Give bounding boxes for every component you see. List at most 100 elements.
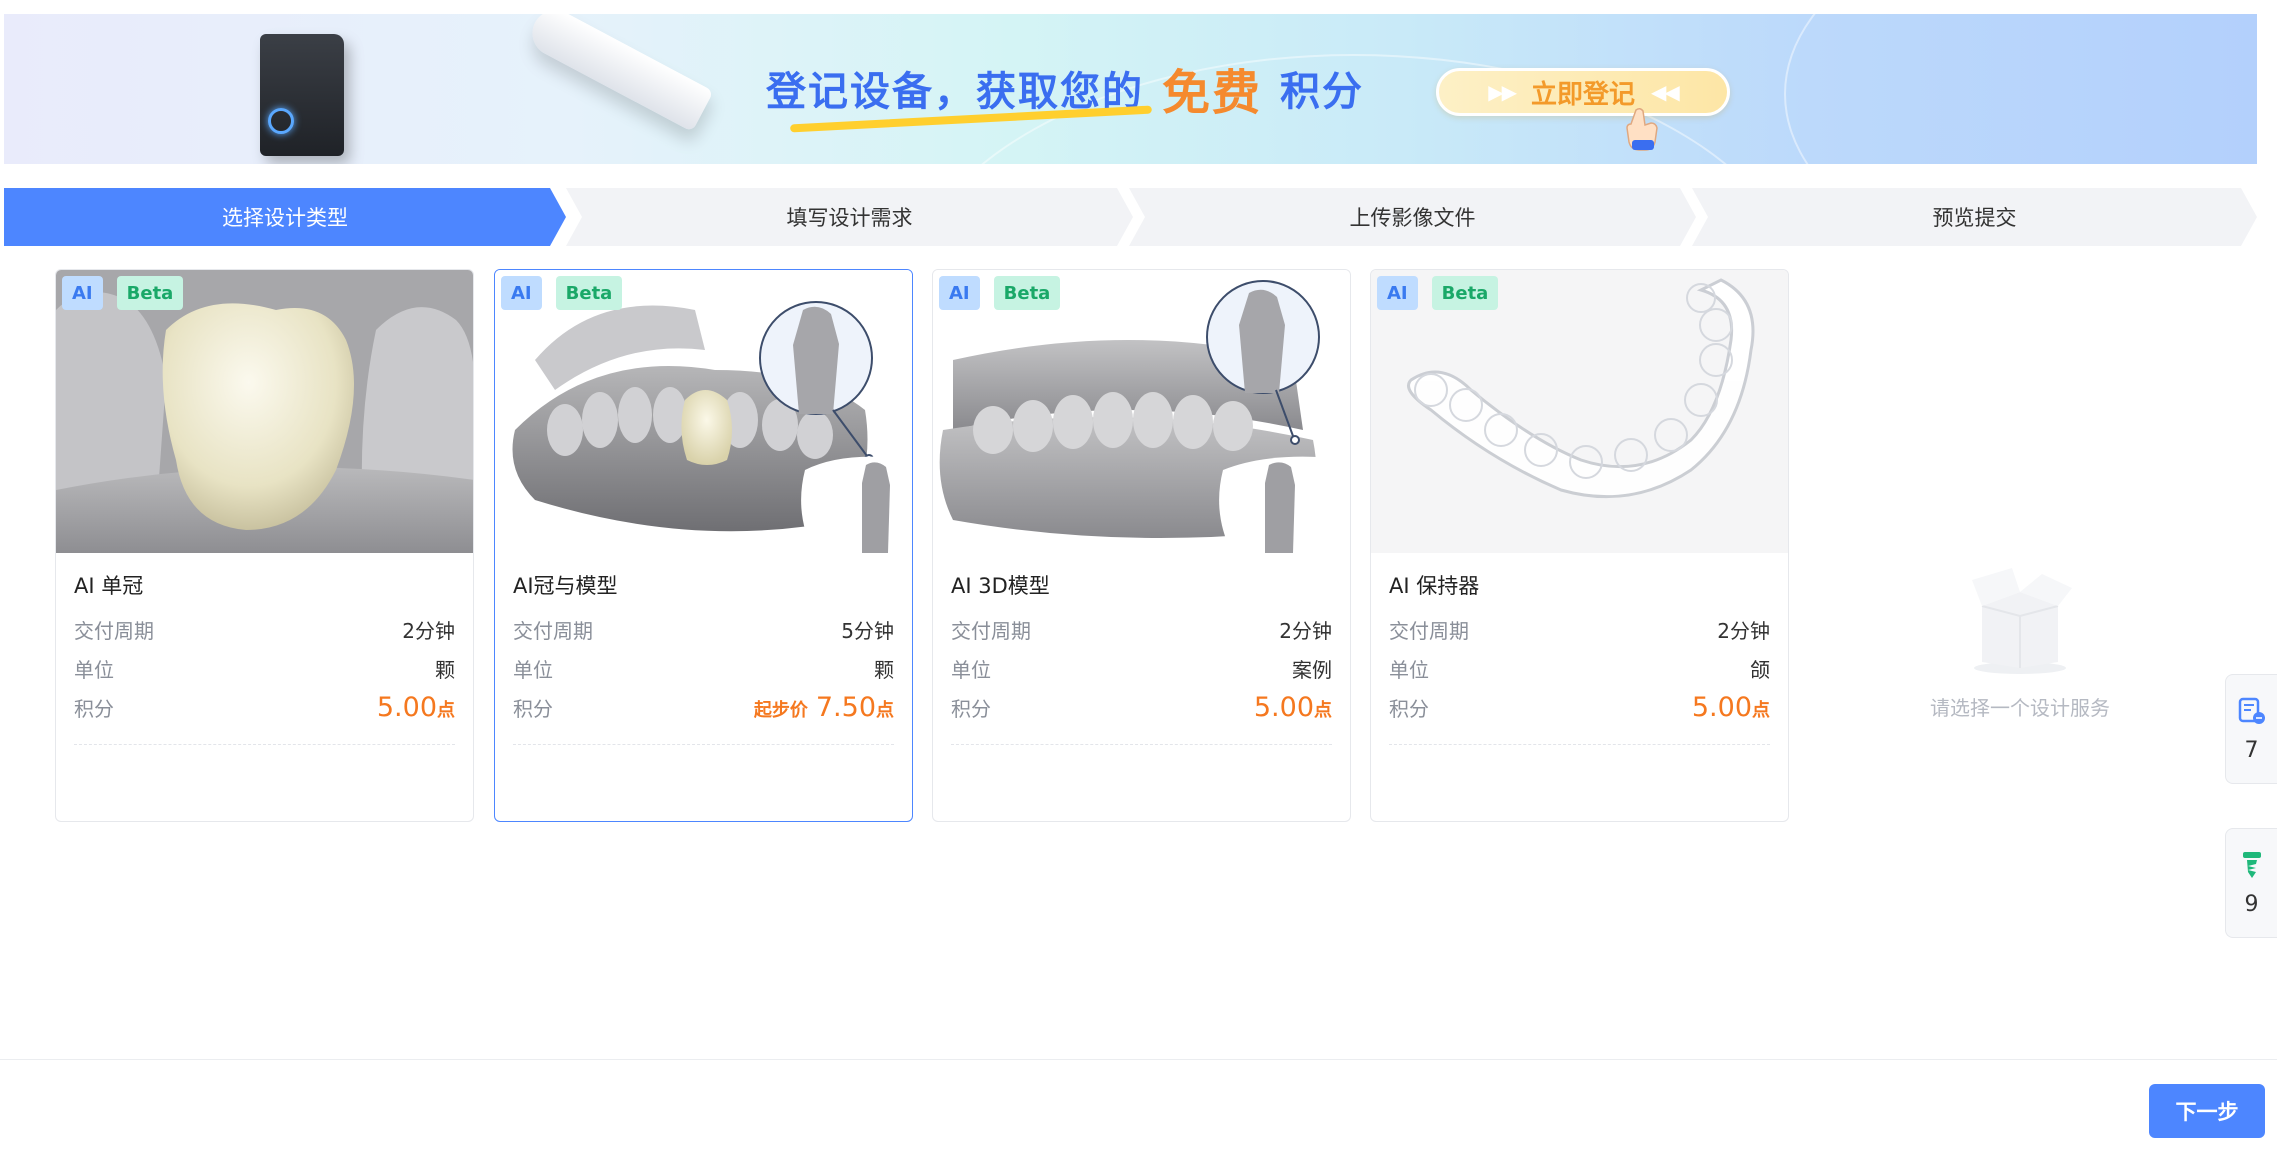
- empty-state: 请选择一个设计服务: [1920, 556, 2120, 721]
- step-select-design-type[interactable]: 选择设计类型: [4, 188, 566, 246]
- unit-label: 单位: [951, 658, 991, 682]
- unit-label: 单位: [1389, 658, 1429, 682]
- unit-row: 单位 颌: [1389, 654, 1770, 683]
- points-label: 积分: [1389, 697, 1429, 721]
- register-now-label: 立即登记: [1530, 79, 1635, 110]
- unit-value: 案例: [1292, 658, 1332, 682]
- points-row: 积分 5.00点: [951, 692, 1332, 723]
- ai-tag: AI: [939, 276, 980, 310]
- banner-title-text: 登记设备，获取您的: [766, 59, 1144, 117]
- beta-tag: Beta: [1431, 276, 1499, 310]
- beta-tag: Beta: [555, 276, 623, 310]
- points-label: 积分: [951, 697, 991, 721]
- points-label: 积分: [513, 697, 553, 721]
- unit-label: 单位: [513, 658, 553, 682]
- card-divider: [951, 744, 1332, 745]
- register-now-button[interactable]: ▶▶ 立即登记 ◀◀: [1436, 68, 1730, 116]
- price-value: 5.00: [376, 692, 437, 723]
- card-tags: AI Beta: [501, 276, 623, 310]
- unit-value: 颌: [1750, 658, 1770, 682]
- card-divider: [74, 744, 455, 745]
- implant-screw-icon: [2242, 851, 2261, 878]
- banner-free-text: 免费: [1162, 65, 1263, 121]
- price-unit: 点: [1314, 700, 1332, 721]
- card-tags: AI Beta: [939, 276, 1061, 310]
- step-upload-image-files[interactable]: 上传影像文件: [1129, 188, 1696, 246]
- points-row: 积分 5.00点: [1389, 692, 1770, 723]
- points-row: 积分 起步价 7.50点: [513, 692, 894, 723]
- card-tags: AI Beta: [1377, 276, 1499, 310]
- card-divider: [1389, 744, 1770, 745]
- card-divider: [513, 744, 894, 745]
- unit-label: 单位: [74, 658, 114, 682]
- scanner-station-image: [260, 34, 344, 156]
- card-tags: AI Beta: [62, 276, 184, 310]
- price-unit: 点: [437, 700, 455, 721]
- single-crown-image: [56, 270, 473, 553]
- delivery-period-row: 交付周期 2分钟: [74, 615, 455, 644]
- next-step-label: 下一步: [2175, 1100, 2239, 1124]
- delivery-period-label: 交付周期: [951, 619, 1031, 643]
- progress-stepper: 选择设计类型 填写设计需求 上传影像文件 预览提交: [4, 188, 2257, 246]
- card-title: AI 保持器: [1389, 574, 1480, 598]
- double-arrow-left-icon: ◀◀: [1651, 80, 1680, 104]
- banner-decoration: [1784, 14, 2257, 164]
- delivery-period-value: 2分钟: [402, 619, 455, 643]
- pointer-hand-icon: [1626, 107, 1658, 151]
- design-card-single-crown[interactable]: AI Beta AI 单冠 交付周期 2分钟 单位 颗 积分 5.00点: [55, 269, 474, 822]
- price-unit: 点: [876, 700, 894, 721]
- ai-tag: AI: [501, 276, 542, 310]
- banner-title: 登记设备，获取您的 免费 积分: [766, 58, 1365, 121]
- unit-value: 颗: [435, 658, 455, 682]
- design-card-3d-model[interactable]: AI Beta AI 3D模型 交付周期 2分钟 单位 案例 积分 5.00点: [932, 269, 1351, 822]
- design-card-crown-and-model[interactable]: AI Beta AI冠与模型 交付周期 5分钟 单位 颗 积分 起步价 7.50点: [494, 269, 913, 822]
- device-count: 7: [2244, 737, 2259, 763]
- card-title: AI 单冠: [74, 574, 144, 598]
- crown-and-model-image: [495, 270, 912, 553]
- points-row: 积分 5.00点: [74, 692, 455, 723]
- delivery-period-row: 交付周期 2分钟: [951, 615, 1332, 644]
- delivery-period-row: 交付周期 5分钟: [513, 615, 894, 644]
- intraoral-scanner-image: [524, 14, 714, 132]
- price-value: 5.00: [1253, 692, 1314, 723]
- empty-state-text: 请选择一个设计服务: [1930, 696, 2110, 720]
- unit-row: 单位 颗: [513, 654, 894, 683]
- 3d-model-image: [933, 270, 1350, 553]
- step-label: 填写设计需求: [786, 206, 913, 230]
- delivery-period-label: 交付周期: [513, 619, 593, 643]
- delivery-period-value: 5分钟: [841, 619, 894, 643]
- points-label: 积分: [74, 697, 114, 721]
- design-card-retainer[interactable]: AI Beta AI 保持器 交付周期 2分钟 单位 颌 积分 5.00点: [1370, 269, 1789, 822]
- banner-points-text: 积分: [1280, 69, 1365, 115]
- price-value: 5.00: [1691, 692, 1752, 723]
- ai-tag: AI: [1377, 276, 1418, 310]
- step-fill-design-requirements[interactable]: 填写设计需求: [566, 188, 1133, 246]
- implant-count: 9: [2244, 891, 2259, 917]
- unit-row: 单位 颗: [74, 654, 455, 683]
- card-title: AI 3D模型: [951, 574, 1050, 598]
- unit-row: 单位 案例: [951, 654, 1332, 683]
- empty-box-icon: [1972, 568, 2072, 674]
- retainer-image: [1371, 270, 1788, 553]
- next-step-button[interactable]: 下一步: [2149, 1084, 2265, 1138]
- starting-price-label: 起步价: [753, 700, 808, 721]
- promo-banner[interactable]: 登记设备，获取您的 免费 积分 ▶▶ 立即登记 ◀◀: [4, 14, 2257, 164]
- price-unit: 点: [1752, 700, 1770, 721]
- delivery-period-value: 2分钟: [1279, 619, 1332, 643]
- step-label: 选择设计类型: [222, 206, 348, 230]
- ai-tag: AI: [62, 276, 103, 310]
- step-preview-submit[interactable]: 预览提交: [1692, 188, 2257, 246]
- beta-tag: Beta: [116, 276, 184, 310]
- price-value: 7.50: [815, 692, 876, 723]
- side-widget-devices[interactable]: 7: [2225, 674, 2277, 784]
- step-label: 预览提交: [1932, 206, 2017, 230]
- delivery-period-value: 2分钟: [1717, 619, 1770, 643]
- beta-tag: Beta: [993, 276, 1061, 310]
- delivery-period-row: 交付周期 2分钟: [1389, 615, 1770, 644]
- device-list-icon: [2238, 697, 2265, 724]
- card-title: AI冠与模型: [513, 574, 618, 598]
- unit-value: 颗: [874, 658, 894, 682]
- delivery-period-label: 交付周期: [74, 619, 154, 643]
- footer-divider: [0, 1059, 2277, 1060]
- side-widget-implants[interactable]: 9: [2225, 828, 2277, 938]
